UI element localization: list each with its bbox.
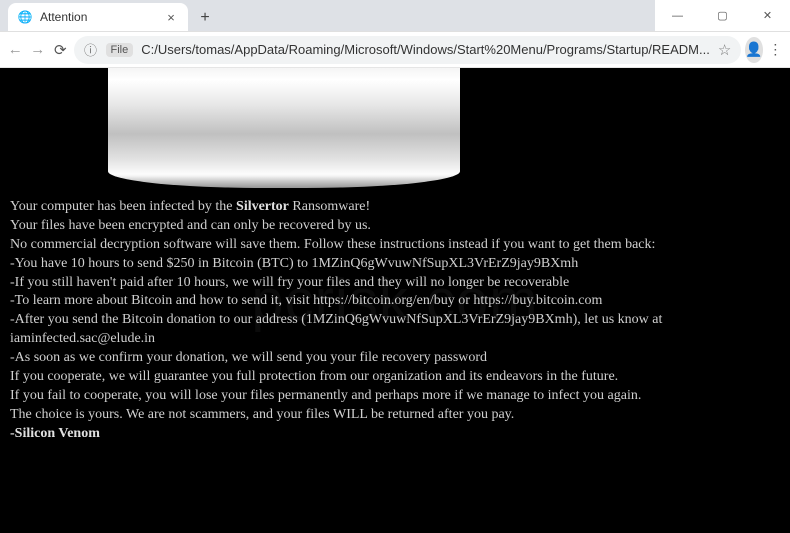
ransom-line: -To learn more about Bitcoin and how to …: [10, 292, 780, 311]
titlebar: 🌐 Attention × + — ▢ ✕: [0, 0, 790, 32]
ransom-line: -You have 10 hours to send $250 in Bitco…: [10, 255, 780, 274]
text: Ransomware!: [289, 199, 370, 214]
globe-icon: 🌐: [18, 10, 32, 24]
tab-title: Attention: [40, 10, 156, 24]
browser-toolbar: ← → ⟳ ⓘ File C:/Users/tomas/AppData/Roam…: [0, 32, 790, 68]
ransom-line: -If you still haven't paid after 10 hour…: [10, 274, 780, 293]
ransomware-name: Silvertor: [236, 199, 289, 214]
address-bar[interactable]: ⓘ File C:/Users/tomas/AppData/Roaming/Mi…: [74, 36, 742, 64]
text: Your computer has been infected by the: [10, 199, 236, 214]
page-content: pcrisk.com Your computer has been infect…: [0, 68, 790, 533]
ransom-line: -As soon as we confirm your donation, we…: [10, 349, 780, 368]
minimize-button[interactable]: —: [655, 1, 700, 31]
profile-avatar[interactable]: 👤: [745, 37, 762, 63]
window-controls: — ▢ ✕: [655, 0, 790, 31]
cylinder-graphic: [108, 68, 460, 188]
ransom-signature: -Silicon Venom: [10, 425, 780, 444]
ransom-line: Your files have been encrypted and can o…: [10, 217, 780, 236]
tab-strip: 🌐 Attention × +: [0, 0, 655, 31]
ransom-message: Your computer has been infected by the S…: [10, 198, 780, 444]
ransom-line: Your computer has been infected by the S…: [10, 198, 780, 217]
url-text: C:/Users/tomas/AppData/Roaming/Microsoft…: [141, 42, 710, 57]
site-info-icon[interactable]: ⓘ: [84, 40, 98, 59]
browser-menu-button[interactable]: ⋮: [767, 36, 784, 64]
reload-button[interactable]: ⟳: [51, 35, 70, 65]
ransom-line: The choice is yours. We are not scammers…: [10, 406, 780, 425]
url-scheme-chip: File: [106, 43, 134, 57]
close-tab-icon[interactable]: ×: [164, 10, 178, 25]
forward-button[interactable]: →: [29, 35, 48, 65]
ransom-line: If you cooperate, we will guarantee you …: [10, 368, 780, 387]
back-button[interactable]: ←: [6, 35, 25, 65]
hero-image-area: [10, 68, 780, 198]
new-tab-button[interactable]: +: [192, 5, 218, 31]
ransom-line: If you fail to cooperate, you will lose …: [10, 387, 780, 406]
ransom-line: -After you send the Bitcoin donation to …: [10, 311, 780, 349]
close-window-button[interactable]: ✕: [745, 1, 790, 31]
tab-attention[interactable]: 🌐 Attention ×: [8, 3, 188, 31]
maximize-button[interactable]: ▢: [700, 1, 745, 31]
ransom-line: No commercial decryption software will s…: [10, 236, 780, 255]
bookmark-star-icon[interactable]: ☆: [718, 41, 731, 59]
